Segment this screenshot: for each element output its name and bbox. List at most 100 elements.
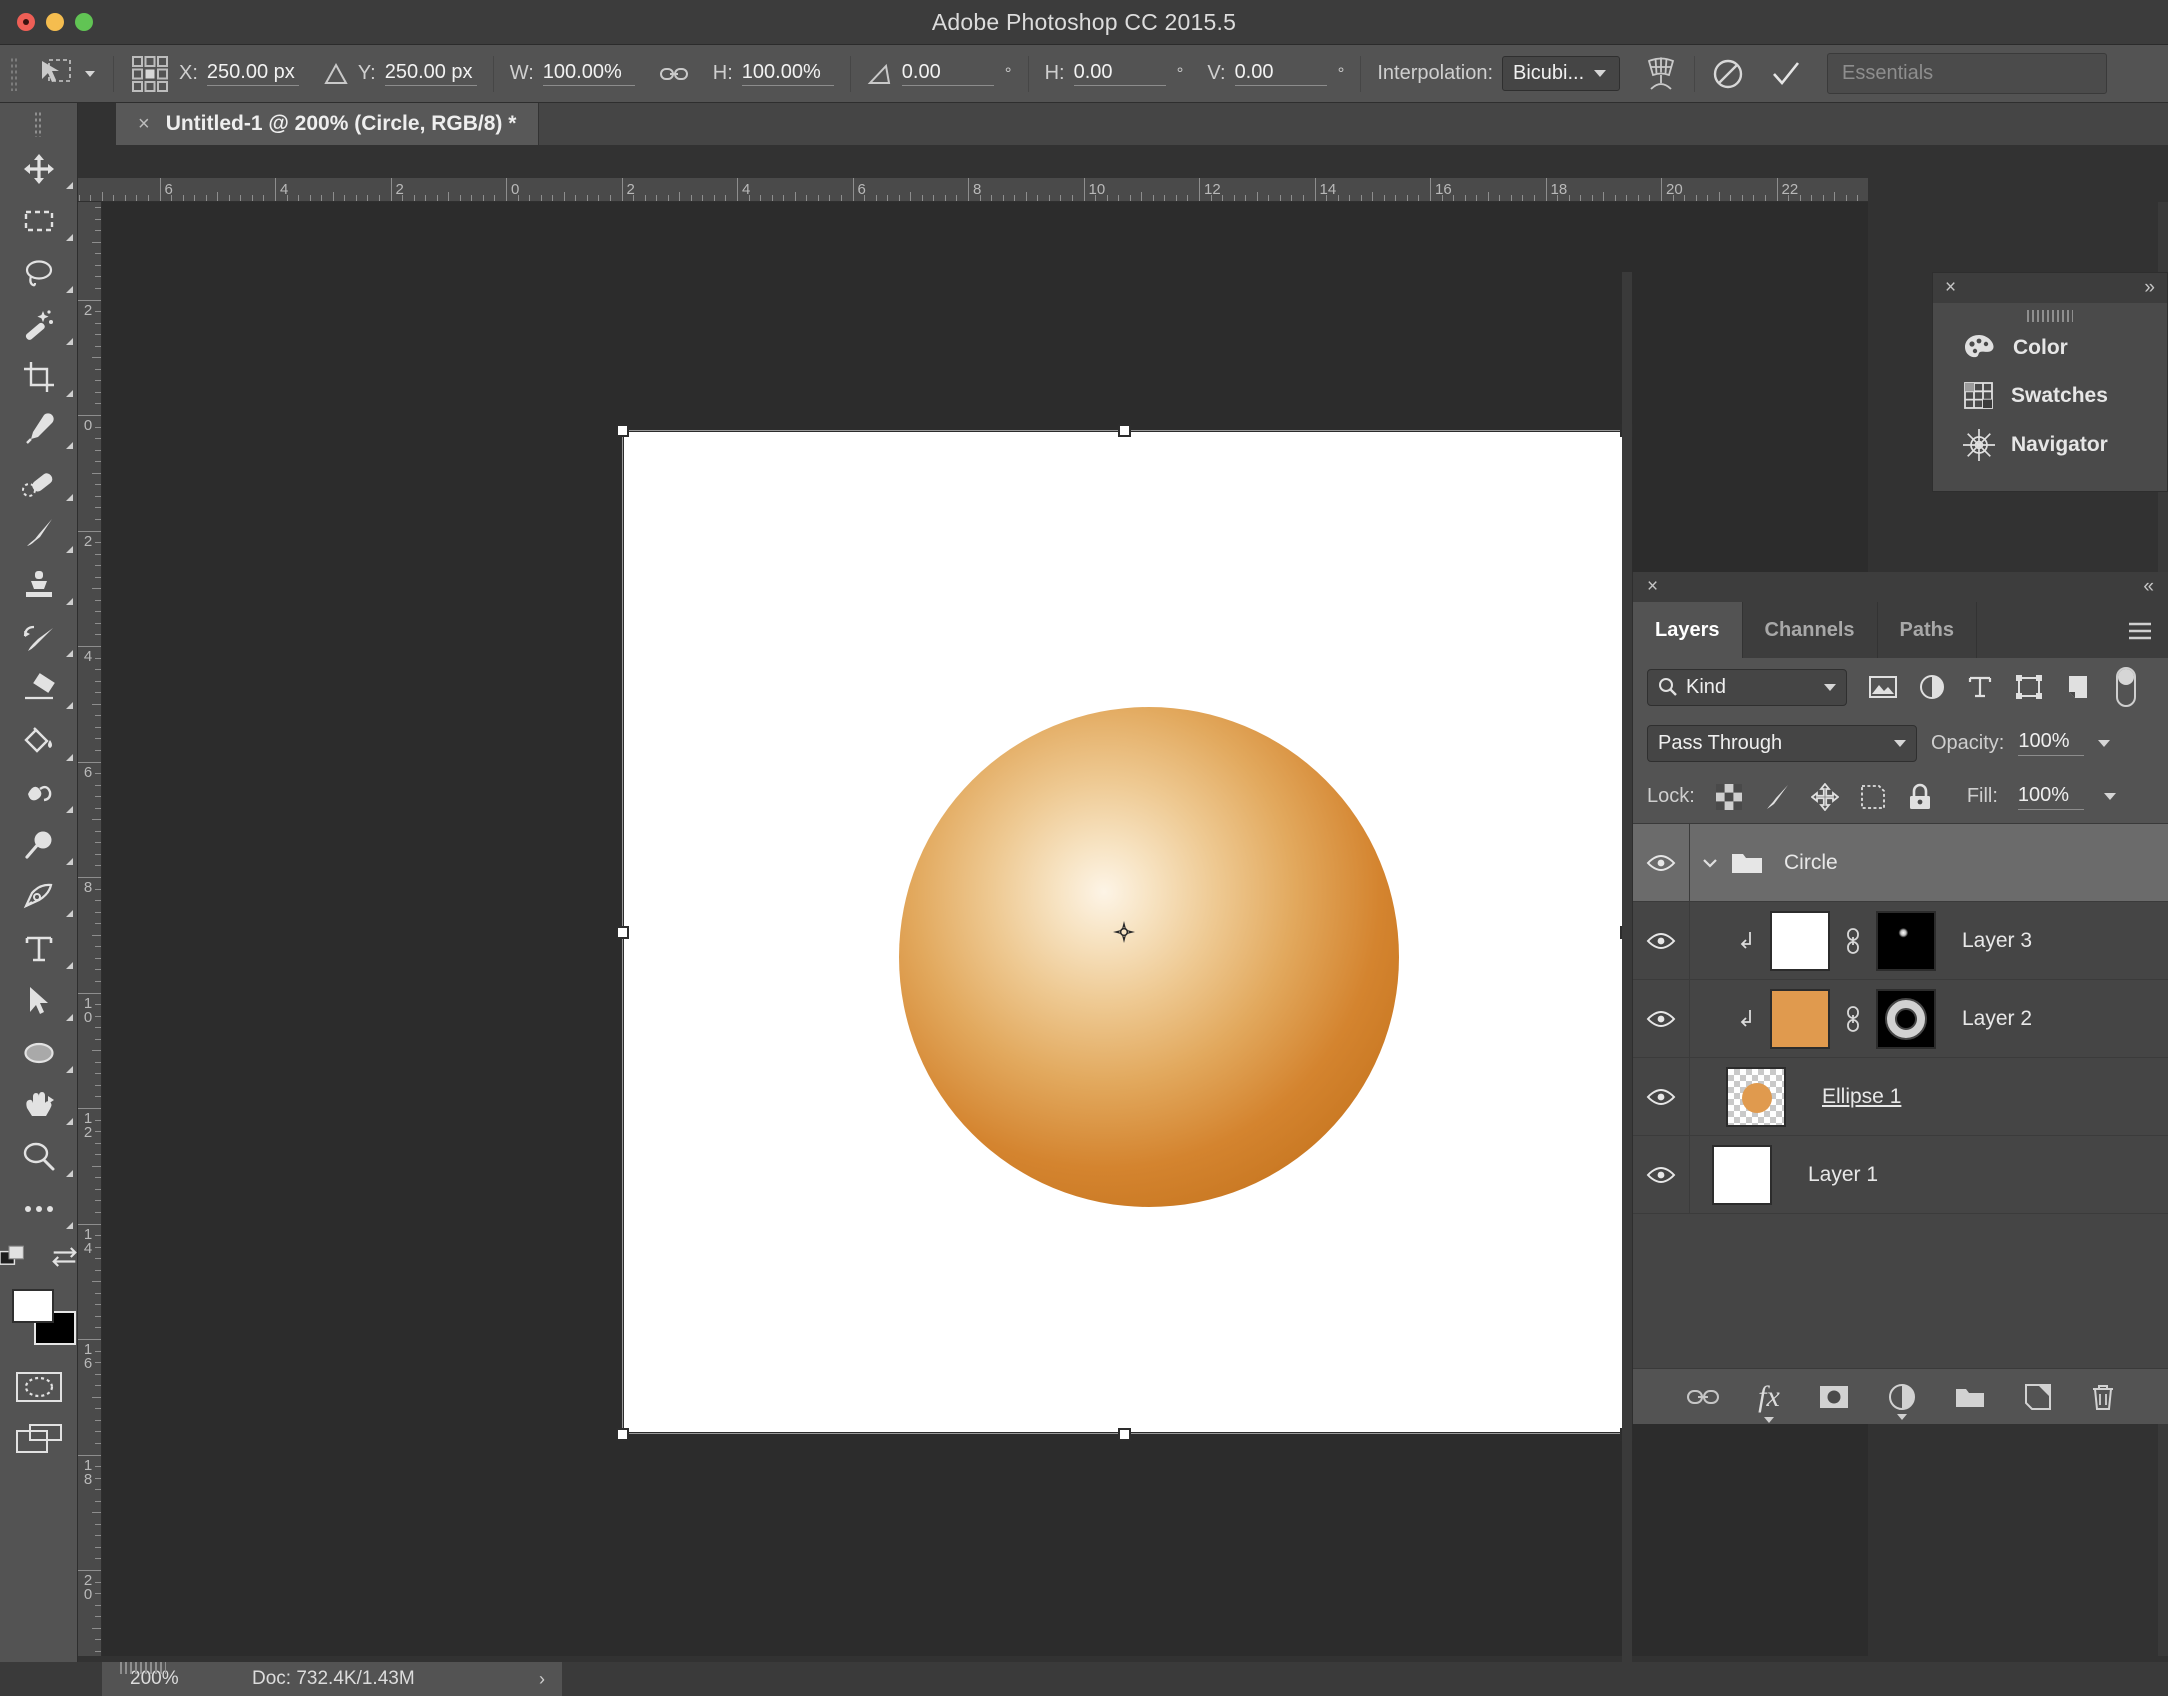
magic-wand-tool[interactable] (0, 299, 78, 351)
blur-tool[interactable] (0, 767, 78, 819)
layer-visibility-toggle[interactable] (1633, 1009, 1689, 1029)
layer-row-circle[interactable]: Circle (1633, 823, 2168, 902)
layer-name[interactable]: Layer 1 (1808, 1163, 1878, 1187)
rectangular-marquee-tool[interactable] (0, 195, 78, 247)
horizontal-ruler[interactable]: 864202468101214161820222426 (78, 178, 1868, 202)
new-layer-icon[interactable] (2024, 1383, 2052, 1411)
mask-link-icon[interactable] (1844, 1004, 1862, 1034)
adjustment-filter-icon[interactable] (1919, 674, 1945, 700)
quick-mask-toggle[interactable] (0, 1361, 78, 1413)
interpolation-group[interactable]: Interpolation: Bicubi... (1365, 45, 1632, 103)
skew-h-input[interactable]: 0.00 (1073, 62, 1166, 86)
layer-visibility-toggle[interactable] (1633, 931, 1689, 951)
layer-row-ellipse-1[interactable]: Ellipse 1 (1633, 1057, 2168, 1136)
lasso-tool[interactable] (0, 247, 78, 299)
warp-mode-group[interactable] (1632, 45, 1690, 103)
y-input[interactable]: 250.00 px (384, 62, 477, 86)
tools-panel-grip[interactable] (34, 111, 43, 137)
swap-colors-icon[interactable] (51, 1244, 78, 1270)
add-layer-style-button[interactable]: fx (1758, 1380, 1780, 1414)
commit-transform-group[interactable] (1757, 45, 1815, 103)
layer-mask-thumbnail[interactable] (1876, 988, 1936, 1049)
brush-tool[interactable] (0, 507, 78, 559)
lock-all-icon[interactable] (1907, 783, 1933, 811)
h-input[interactable]: 100.00% (741, 62, 834, 86)
layer-content[interactable]: Layer 3 (1689, 901, 2168, 980)
collapsed-panel-grip[interactable] (2027, 310, 2073, 322)
layer-content[interactable]: Layer 2 (1689, 979, 2168, 1058)
panel-dock-edge[interactable] (1622, 272, 1632, 1696)
close-icon[interactable]: × (1945, 277, 1956, 299)
blend-mode-select[interactable]: Pass Through (1647, 724, 1917, 762)
transform-handle-tl[interactable] (616, 424, 629, 437)
reference-point-group[interactable]: X: 250.00 px (118, 45, 311, 103)
delete-layer-icon[interactable] (2090, 1383, 2116, 1411)
workspace-group[interactable]: Essentials (1815, 45, 2119, 103)
fill-input[interactable]: 100% (2017, 784, 2084, 810)
skew-v-input[interactable]: 0.00 (1234, 62, 1327, 86)
x-input[interactable]: 250.00 px (206, 62, 299, 86)
edit-toolbar-tool[interactable] (0, 1183, 78, 1235)
interpolation-select[interactable]: Bicubi... (1502, 56, 1621, 91)
layer-content[interactable]: Layer 1 (1689, 1135, 2168, 1214)
default-colors-icon[interactable] (0, 1243, 27, 1271)
link-aspect-group[interactable] (647, 45, 701, 103)
layer-name[interactable]: Ellipse 1 (1822, 1085, 1901, 1109)
fill-chevron-down-icon[interactable] (2103, 793, 2116, 800)
eraser-tool[interactable] (0, 663, 78, 715)
link-layers-icon[interactable] (1686, 1386, 1720, 1408)
opacity-chevron-down-icon[interactable] (2098, 739, 2111, 747)
layer-visibility-toggle[interactable] (1633, 1165, 1689, 1185)
type-filter-icon[interactable] (1967, 674, 1993, 700)
lock-position-icon[interactable] (1810, 782, 1839, 811)
panel-menu-icon[interactable] (2126, 620, 2154, 642)
checkmark-icon[interactable] (1769, 57, 1803, 91)
zoom-tool[interactable] (0, 1131, 78, 1183)
filter-toggle-switch-icon[interactable] (2113, 666, 2139, 708)
height-group[interactable]: H: 100.00% (701, 45, 846, 103)
lock-artboard-icon[interactable] (1859, 783, 1887, 811)
skew-vertical-group[interactable]: V: 0.00 ° (1195, 45, 1356, 103)
move-tool[interactable] (0, 143, 78, 195)
screen-mode-toggle[interactable] (0, 1413, 78, 1465)
pixel-filter-icon[interactable] (1869, 675, 1897, 699)
expand-panels-icon[interactable]: » (2144, 277, 2155, 299)
cancel-transform-group[interactable] (1699, 45, 1757, 103)
close-icon[interactable]: × (138, 113, 150, 136)
width-group[interactable]: W: 100.00% (498, 45, 647, 103)
layer-thumbnail[interactable] (1770, 988, 1830, 1049)
tab-channels[interactable]: Channels (1743, 602, 1878, 658)
shape-filter-icon[interactable] (2015, 674, 2043, 700)
angle-input[interactable]: 0.00 (901, 62, 994, 86)
link-chain-icon[interactable] (659, 64, 689, 84)
lock-image-pixels-icon[interactable] (1763, 783, 1791, 811)
type-tool[interactable] (0, 923, 78, 975)
color-swatches[interactable] (0, 1283, 78, 1361)
eyedropper-tool[interactable] (0, 403, 78, 455)
layer-visibility-toggle[interactable] (1633, 853, 1689, 873)
ellipse-tool[interactable] (0, 1027, 78, 1079)
tool-preset-picker[interactable] (25, 58, 109, 90)
canvas-area[interactable] (102, 202, 1868, 1656)
transform-handle-ml[interactable] (616, 926, 629, 939)
clone-stamp-tool[interactable] (0, 559, 78, 611)
dodge-tool[interactable] (0, 819, 78, 871)
layer-name[interactable]: Circle (1784, 851, 1838, 875)
layer-row-layer-2[interactable]: Layer 2 (1633, 979, 2168, 1058)
panel-button-swatches[interactable]: Swatches (1933, 372, 2167, 420)
hand-tool[interactable] (0, 1079, 78, 1131)
tab-paths[interactable]: Paths (1878, 602, 1977, 658)
canvas-horizontal-scrollbar[interactable] (562, 1662, 1622, 1696)
new-adjustment-layer-button[interactable] (1888, 1383, 1916, 1411)
layer-thumbnail[interactable] (1712, 1144, 1772, 1205)
workspace-field[interactable]: Essentials (1827, 53, 2108, 94)
healing-brush-tool[interactable] (0, 455, 78, 507)
panel-button-color[interactable]: Color (1933, 324, 2167, 372)
y-position-group[interactable]: Y: 250.00 px (311, 45, 489, 103)
warp-mode-icon[interactable] (1644, 55, 1678, 93)
layer-thumbnail[interactable] (1726, 1066, 1786, 1127)
layer-content[interactable]: Ellipse 1 (1689, 1057, 2168, 1136)
w-input[interactable]: 100.00% (542, 62, 635, 86)
layer-mask-thumbnail[interactable] (1876, 910, 1936, 971)
cancel-transform-icon[interactable] (1711, 57, 1745, 91)
